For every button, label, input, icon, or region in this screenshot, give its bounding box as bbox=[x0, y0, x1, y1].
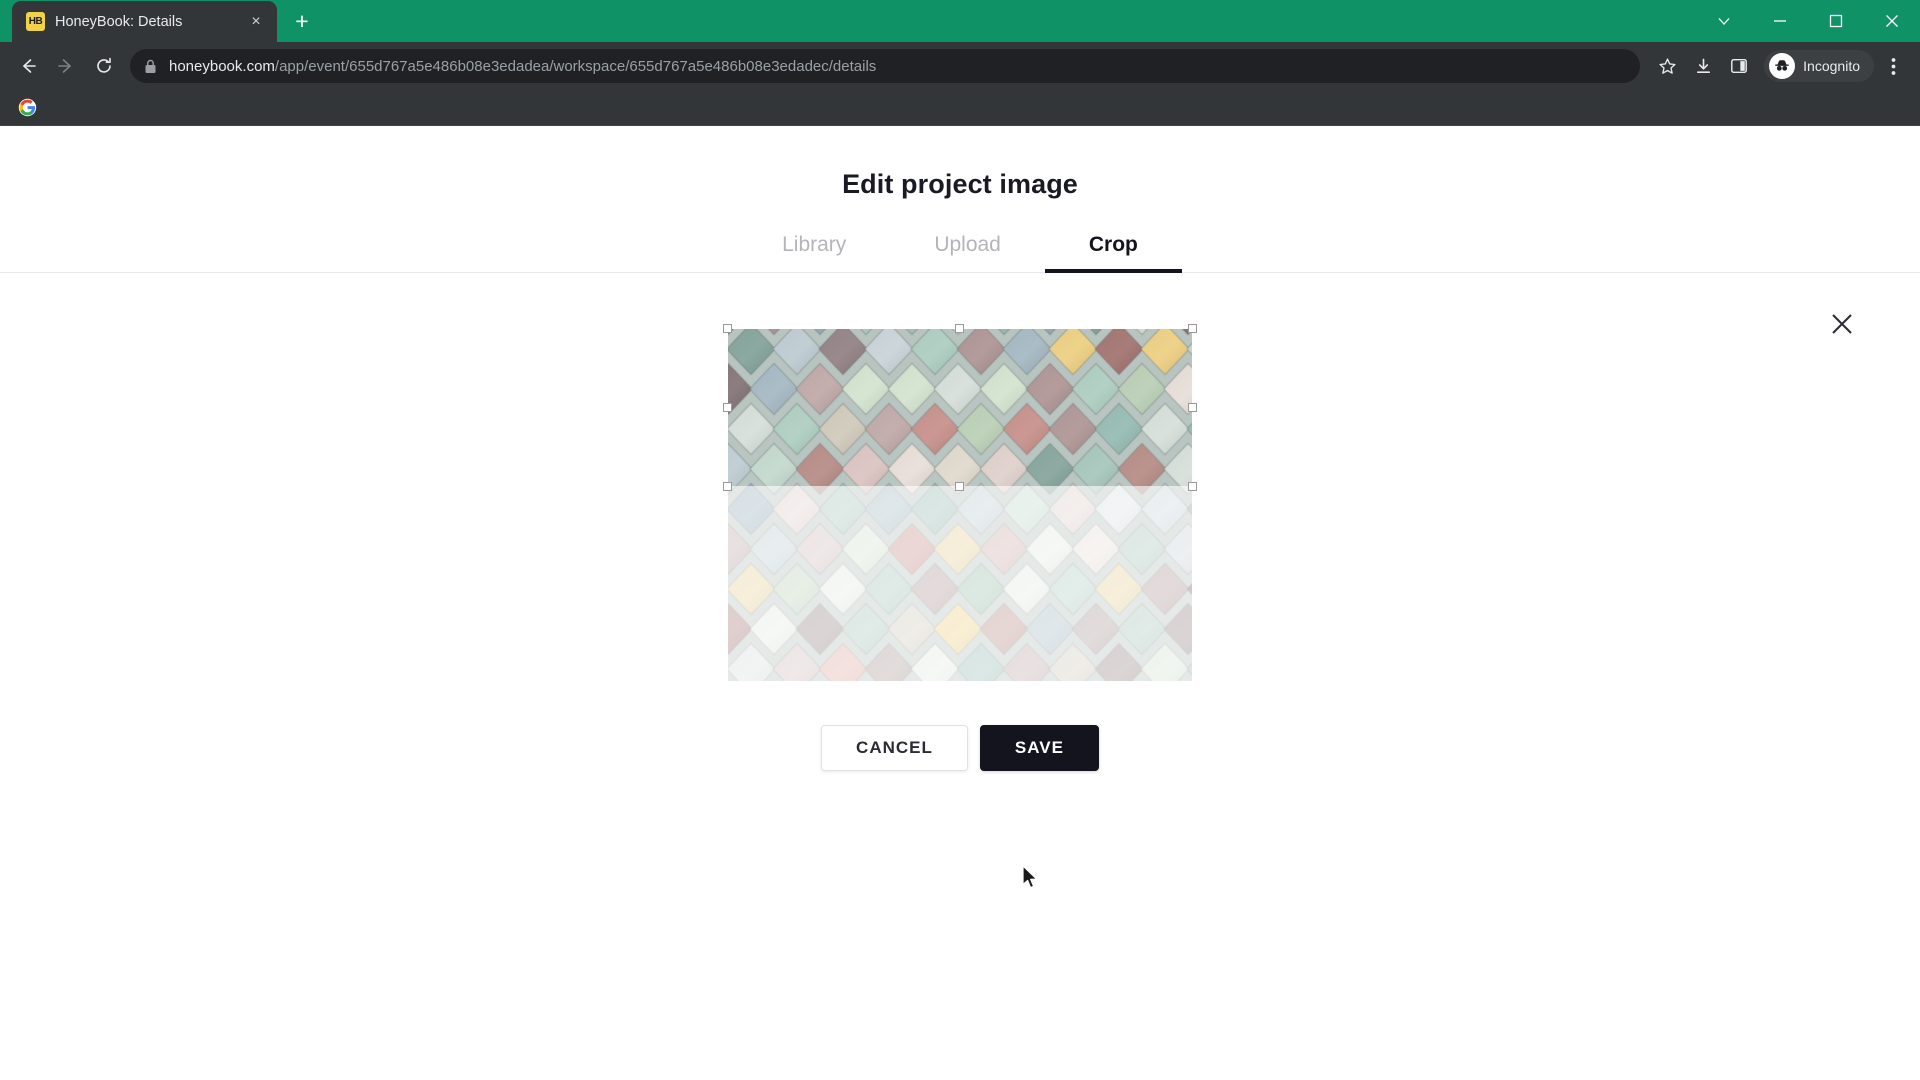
star-icon[interactable] bbox=[1650, 49, 1684, 83]
crop-handle-top-right[interactable] bbox=[1188, 324, 1197, 333]
page-title: Edit project image bbox=[842, 169, 1078, 199]
crop-handle-middle-right[interactable] bbox=[1188, 402, 1197, 412]
browser-toolbar: honeybook.com/app/event/655d767a5e486b08… bbox=[0, 42, 1920, 90]
side-panel-icon[interactable] bbox=[1722, 49, 1756, 83]
crop-selection[interactable] bbox=[723, 324, 1197, 491]
close-icon[interactable] bbox=[1824, 306, 1860, 342]
crop-handle-top-left[interactable] bbox=[723, 324, 732, 333]
modal-actions: CANCEL SAVE bbox=[0, 725, 1920, 771]
tab-crop[interactable]: Crop bbox=[1044, 233, 1182, 273]
url-path: /app/event/655d767a5e486b08e3edadea/work… bbox=[274, 57, 877, 75]
save-button[interactable]: SAVE bbox=[979, 725, 1099, 771]
modal-tabs: Library Upload Crop bbox=[0, 233, 1920, 273]
mouse-cursor bbox=[1022, 865, 1040, 896]
three-dot-menu-icon[interactable] bbox=[1876, 49, 1910, 83]
crop-handle-bottom-right[interactable] bbox=[1188, 482, 1197, 491]
browser-tab[interactable]: HB HoneyBook: Details × bbox=[12, 1, 277, 42]
address-bar[interactable]: honeybook.com/app/event/655d767a5e486b08… bbox=[130, 49, 1641, 83]
url-text: honeybook.com/app/event/655d767a5e486b08… bbox=[169, 58, 1626, 75]
download-icon[interactable] bbox=[1686, 49, 1720, 83]
crop-handle-bottom-left[interactable] bbox=[723, 482, 732, 491]
crop-area[interactable] bbox=[723, 324, 1197, 681]
incognito-badge[interactable]: Incognito bbox=[1764, 50, 1874, 82]
browser-titlebar: HB HoneyBook: Details × + bbox=[0, 0, 1920, 42]
bookmarks-bar bbox=[0, 90, 1920, 126]
cancel-button[interactable]: CANCEL bbox=[821, 725, 968, 771]
tab-close-icon[interactable]: × bbox=[245, 11, 267, 33]
reload-icon[interactable] bbox=[86, 48, 122, 84]
maximize-icon[interactable] bbox=[1808, 0, 1864, 42]
back-icon[interactable] bbox=[10, 48, 46, 84]
tab-title: HoneyBook: Details bbox=[55, 13, 183, 30]
lock-icon bbox=[144, 59, 157, 74]
tab-upload[interactable]: Upload bbox=[890, 233, 1045, 273]
url-domain: honeybook.com bbox=[169, 57, 275, 75]
crop-handle-middle-left[interactable] bbox=[723, 402, 732, 412]
new-tab-button[interactable]: + bbox=[285, 4, 319, 38]
tab-library[interactable]: Library bbox=[738, 233, 890, 273]
forward-icon[interactable] bbox=[48, 48, 84, 84]
incognito-icon bbox=[1769, 53, 1796, 79]
crop-handle-bottom-center[interactable] bbox=[955, 482, 964, 491]
close-window-icon[interactable] bbox=[1864, 0, 1920, 42]
minimize-icon[interactable] bbox=[1752, 0, 1808, 42]
browser-window: HB HoneyBook: Details × + honeybook.com/… bbox=[0, 0, 1920, 1080]
honeybook-favicon: HB bbox=[26, 12, 45, 31]
incognito-label: Incognito bbox=[1803, 58, 1860, 74]
window-controls bbox=[1696, 0, 1920, 42]
crop-handle-top-center[interactable] bbox=[955, 324, 964, 333]
page-content: Edit project image Library Upload Crop C… bbox=[0, 126, 1920, 1080]
tab-search-icon[interactable] bbox=[1696, 0, 1752, 42]
google-g-icon[interactable] bbox=[10, 93, 44, 123]
